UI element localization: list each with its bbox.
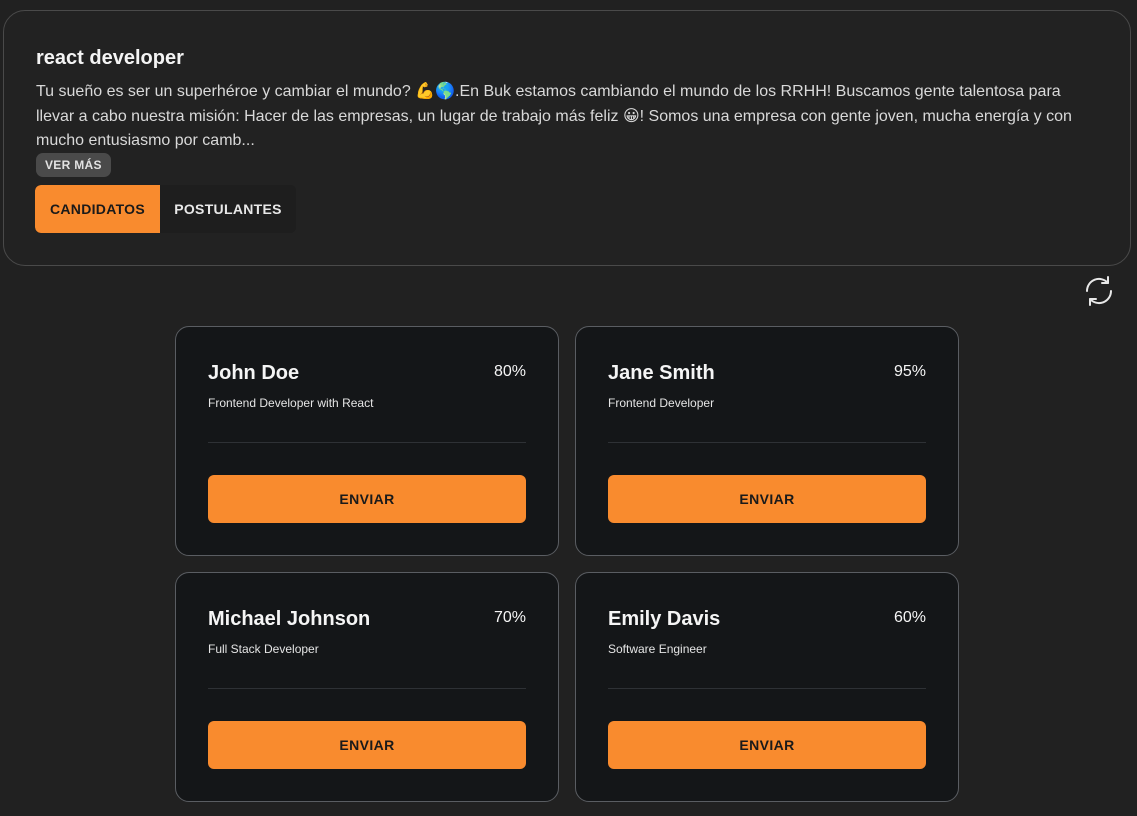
candidate-card: Emily Davis 60% Software Engineer ENVIAR: [575, 572, 959, 802]
job-card: react developer Tu sueño es ser un super…: [3, 10, 1131, 266]
ver-mas-button[interactable]: VER MÁS: [36, 153, 111, 177]
job-title: react developer: [36, 47, 184, 69]
candidate-role: Frontend Developer: [608, 396, 715, 410]
enviar-button[interactable]: ENVIAR: [608, 475, 926, 523]
candidate-role: Full Stack Developer: [208, 642, 319, 656]
tab-bar: CANDIDATOS POSTULANTES: [35, 185, 296, 233]
candidate-card: Jane Smith 95% Frontend Developer ENVIAR: [575, 326, 959, 556]
enviar-button[interactable]: ENVIAR: [208, 475, 526, 523]
candidate-name: Jane Smith: [608, 362, 715, 384]
refresh-icon[interactable]: [1082, 274, 1116, 308]
candidate-name: Michael Johnson: [208, 608, 371, 630]
divider: [608, 442, 926, 443]
candidate-name: John Doe: [208, 362, 300, 384]
divider: [208, 442, 526, 443]
match-score: 60%: [893, 609, 926, 626]
candidate-card: John Doe 80% Frontend Developer with Rea…: [175, 326, 559, 556]
enviar-button[interactable]: ENVIAR: [208, 721, 526, 769]
match-score: 80%: [493, 363, 526, 380]
candidate-name: Emily Davis: [608, 608, 721, 630]
job-description: Tu sueño es ser un superhéroe y cambiar …: [36, 83, 1072, 149]
divider: [208, 688, 526, 689]
tab-postulantes[interactable]: POSTULANTES: [160, 185, 296, 233]
candidate-role: Software Engineer: [608, 642, 707, 656]
candidate-role: Frontend Developer with React: [208, 396, 374, 410]
divider: [608, 688, 926, 689]
match-score: 95%: [893, 363, 926, 380]
enviar-button[interactable]: ENVIAR: [608, 721, 926, 769]
candidate-card: Michael Johnson 70% Full Stack Developer…: [175, 572, 559, 802]
match-score: 70%: [493, 609, 526, 626]
tab-candidatos[interactable]: CANDIDATOS: [35, 185, 160, 233]
